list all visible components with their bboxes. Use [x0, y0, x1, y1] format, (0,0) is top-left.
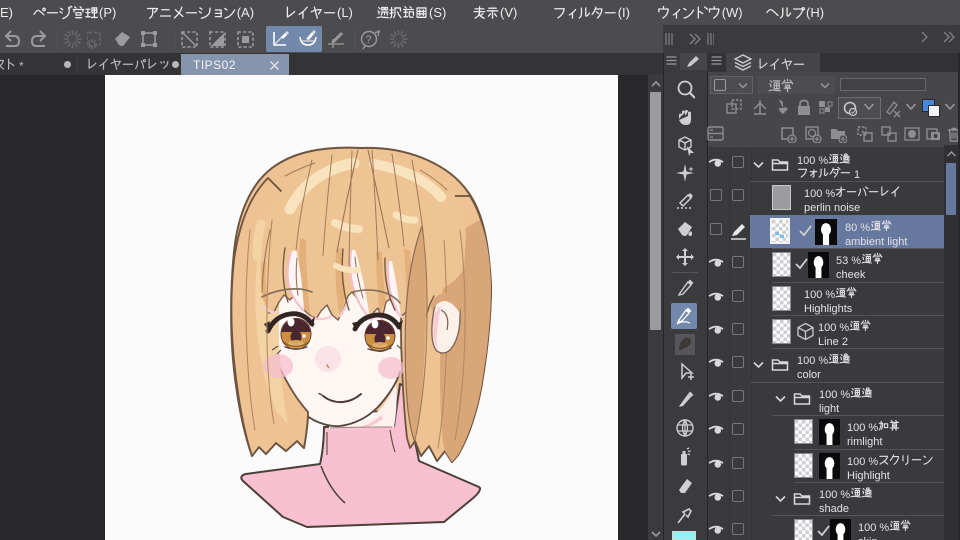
svg-text:?: ? [366, 34, 372, 46]
